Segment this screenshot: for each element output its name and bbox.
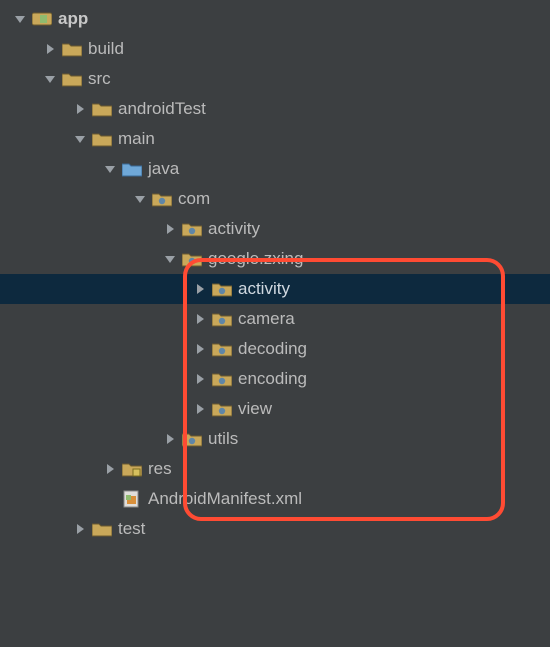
chevron-down-icon[interactable]	[42, 71, 58, 87]
xml-file-icon	[122, 490, 142, 508]
folder-icon	[92, 130, 112, 148]
tree-row-build[interactable]: build	[0, 34, 550, 64]
chevron-down-icon[interactable]	[72, 131, 88, 147]
tree-row-test[interactable]: test	[0, 514, 550, 544]
package-icon	[182, 220, 202, 238]
tree-row-app[interactable]: app	[0, 4, 550, 34]
package-icon	[212, 370, 232, 388]
tree-label: app	[58, 9, 88, 29]
tree-row-utils[interactable]: utils	[0, 424, 550, 454]
package-icon	[212, 280, 232, 298]
tree-label: google.zxing	[208, 249, 303, 269]
tree-label: view	[238, 399, 272, 419]
tree-label: activity	[238, 279, 290, 299]
tree-row-src[interactable]: src	[0, 64, 550, 94]
tree-row-zxing-encoding[interactable]: encoding	[0, 364, 550, 394]
folder-icon	[62, 70, 82, 88]
tree-label: main	[118, 129, 155, 149]
chevron-right-icon[interactable]	[72, 521, 88, 537]
module-icon	[32, 10, 52, 28]
tree-label: androidTest	[118, 99, 206, 119]
tree-row-zxing-decoding[interactable]: decoding	[0, 334, 550, 364]
package-icon	[182, 250, 202, 268]
chevron-right-icon[interactable]	[162, 431, 178, 447]
source-folder-icon	[122, 160, 142, 178]
folder-icon	[92, 520, 112, 538]
chevron-down-icon[interactable]	[12, 11, 28, 27]
package-icon	[212, 310, 232, 328]
chevron-down-icon[interactable]	[162, 251, 178, 267]
package-icon	[182, 430, 202, 448]
tree-label: src	[88, 69, 111, 89]
chevron-right-icon[interactable]	[102, 461, 118, 477]
folder-icon	[92, 100, 112, 118]
tree-row-google-zxing[interactable]: google.zxing	[0, 244, 550, 274]
package-icon	[212, 340, 232, 358]
folder-icon	[62, 40, 82, 58]
tree-label: activity	[208, 219, 260, 239]
tree-label: com	[178, 189, 210, 209]
chevron-down-icon[interactable]	[102, 161, 118, 177]
chevron-right-icon[interactable]	[192, 281, 208, 297]
tree-label: test	[118, 519, 145, 539]
chevron-right-icon[interactable]	[192, 341, 208, 357]
tree-label: encoding	[238, 369, 307, 389]
tree-label: res	[148, 459, 172, 479]
tree-label: camera	[238, 309, 295, 329]
resource-folder-icon	[122, 460, 142, 478]
tree-row-manifest[interactable]: AndroidManifest.xml	[0, 484, 550, 514]
tree-label: java	[148, 159, 179, 179]
tree-label: AndroidManifest.xml	[148, 489, 302, 509]
project-tree: app build src androidTest main java	[0, 0, 550, 544]
tree-label: build	[88, 39, 124, 59]
tree-label: utils	[208, 429, 238, 449]
chevron-right-icon[interactable]	[42, 41, 58, 57]
chevron-right-icon[interactable]	[192, 371, 208, 387]
tree-label: decoding	[238, 339, 307, 359]
tree-row-com[interactable]: com	[0, 184, 550, 214]
chevron-right-icon[interactable]	[192, 311, 208, 327]
tree-row-zxing-camera[interactable]: camera	[0, 304, 550, 334]
chevron-right-icon[interactable]	[192, 401, 208, 417]
tree-row-zxing-activity[interactable]: activity	[0, 274, 550, 304]
tree-row-res[interactable]: res	[0, 454, 550, 484]
package-icon	[212, 400, 232, 418]
chevron-right-icon[interactable]	[72, 101, 88, 117]
package-icon	[152, 190, 172, 208]
tree-row-androidtest[interactable]: androidTest	[0, 94, 550, 124]
tree-row-zxing-view[interactable]: view	[0, 394, 550, 424]
tree-row-main[interactable]: main	[0, 124, 550, 154]
tree-row-java[interactable]: java	[0, 154, 550, 184]
chevron-right-icon[interactable]	[162, 221, 178, 237]
chevron-down-icon[interactable]	[132, 191, 148, 207]
tree-row-activity[interactable]: activity	[0, 214, 550, 244]
